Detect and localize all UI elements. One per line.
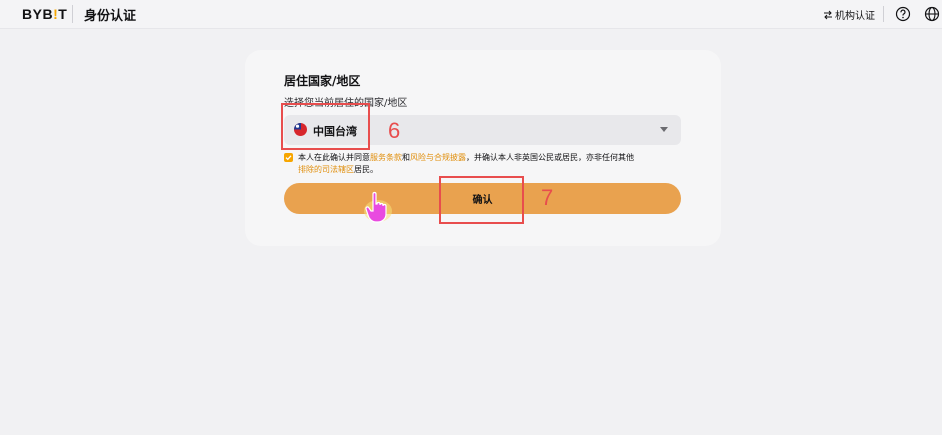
- hand-pointer-icon: [364, 191, 392, 223]
- agreement-text-part-3: ，并确认本人非英国公民或居民，亦非任何其他: [466, 153, 634, 162]
- agreement-text-part-4: 居民。: [354, 165, 378, 174]
- check-icon: [285, 155, 292, 161]
- terms-of-service-link[interactable]: 服务条款: [370, 153, 402, 162]
- swap-arrows-icon: [824, 10, 832, 19]
- residence-title: 居住国家/地区: [284, 74, 361, 88]
- annotation-box-step-7: [439, 176, 524, 224]
- annotation-number-7: 7: [541, 185, 554, 210]
- header-right-divider: [883, 6, 884, 22]
- logo-text-left: BYB: [22, 6, 54, 22]
- help-circle-icon[interactable]: [895, 6, 911, 22]
- agreement-checkbox[interactable]: [284, 153, 293, 162]
- agreement-text-part-1: 本人在此确认并同意: [298, 153, 370, 162]
- globe-icon[interactable]: [924, 6, 940, 22]
- institutional-verification-label: 机构认证: [835, 11, 875, 22]
- agreement-text: 本人在此确认并同意服务条款和风险与合规披露，并确认本人非英国公民或居民，亦非任何…: [298, 152, 678, 176]
- excluded-jurisdictions-link[interactable]: 排除的司法辖区: [298, 165, 354, 174]
- bybit-logo[interactable]: BYB!T: [22, 6, 67, 22]
- page-title: 身份认证: [84, 9, 137, 24]
- annotation-number-6: 6: [388, 118, 401, 143]
- agreement-text-part-2: 和: [402, 153, 410, 162]
- top-bar: BYB!T 身份认证 机构认证: [0, 0, 942, 29]
- logo-text-right: T: [58, 6, 68, 22]
- risk-disclosure-link[interactable]: 风险与合规披露: [410, 153, 466, 162]
- chevron-down-icon: [660, 127, 668, 132]
- institutional-verification-link[interactable]: 机构认证: [823, 7, 875, 22]
- header-divider: [72, 5, 73, 23]
- annotation-box-step-6: [281, 103, 370, 150]
